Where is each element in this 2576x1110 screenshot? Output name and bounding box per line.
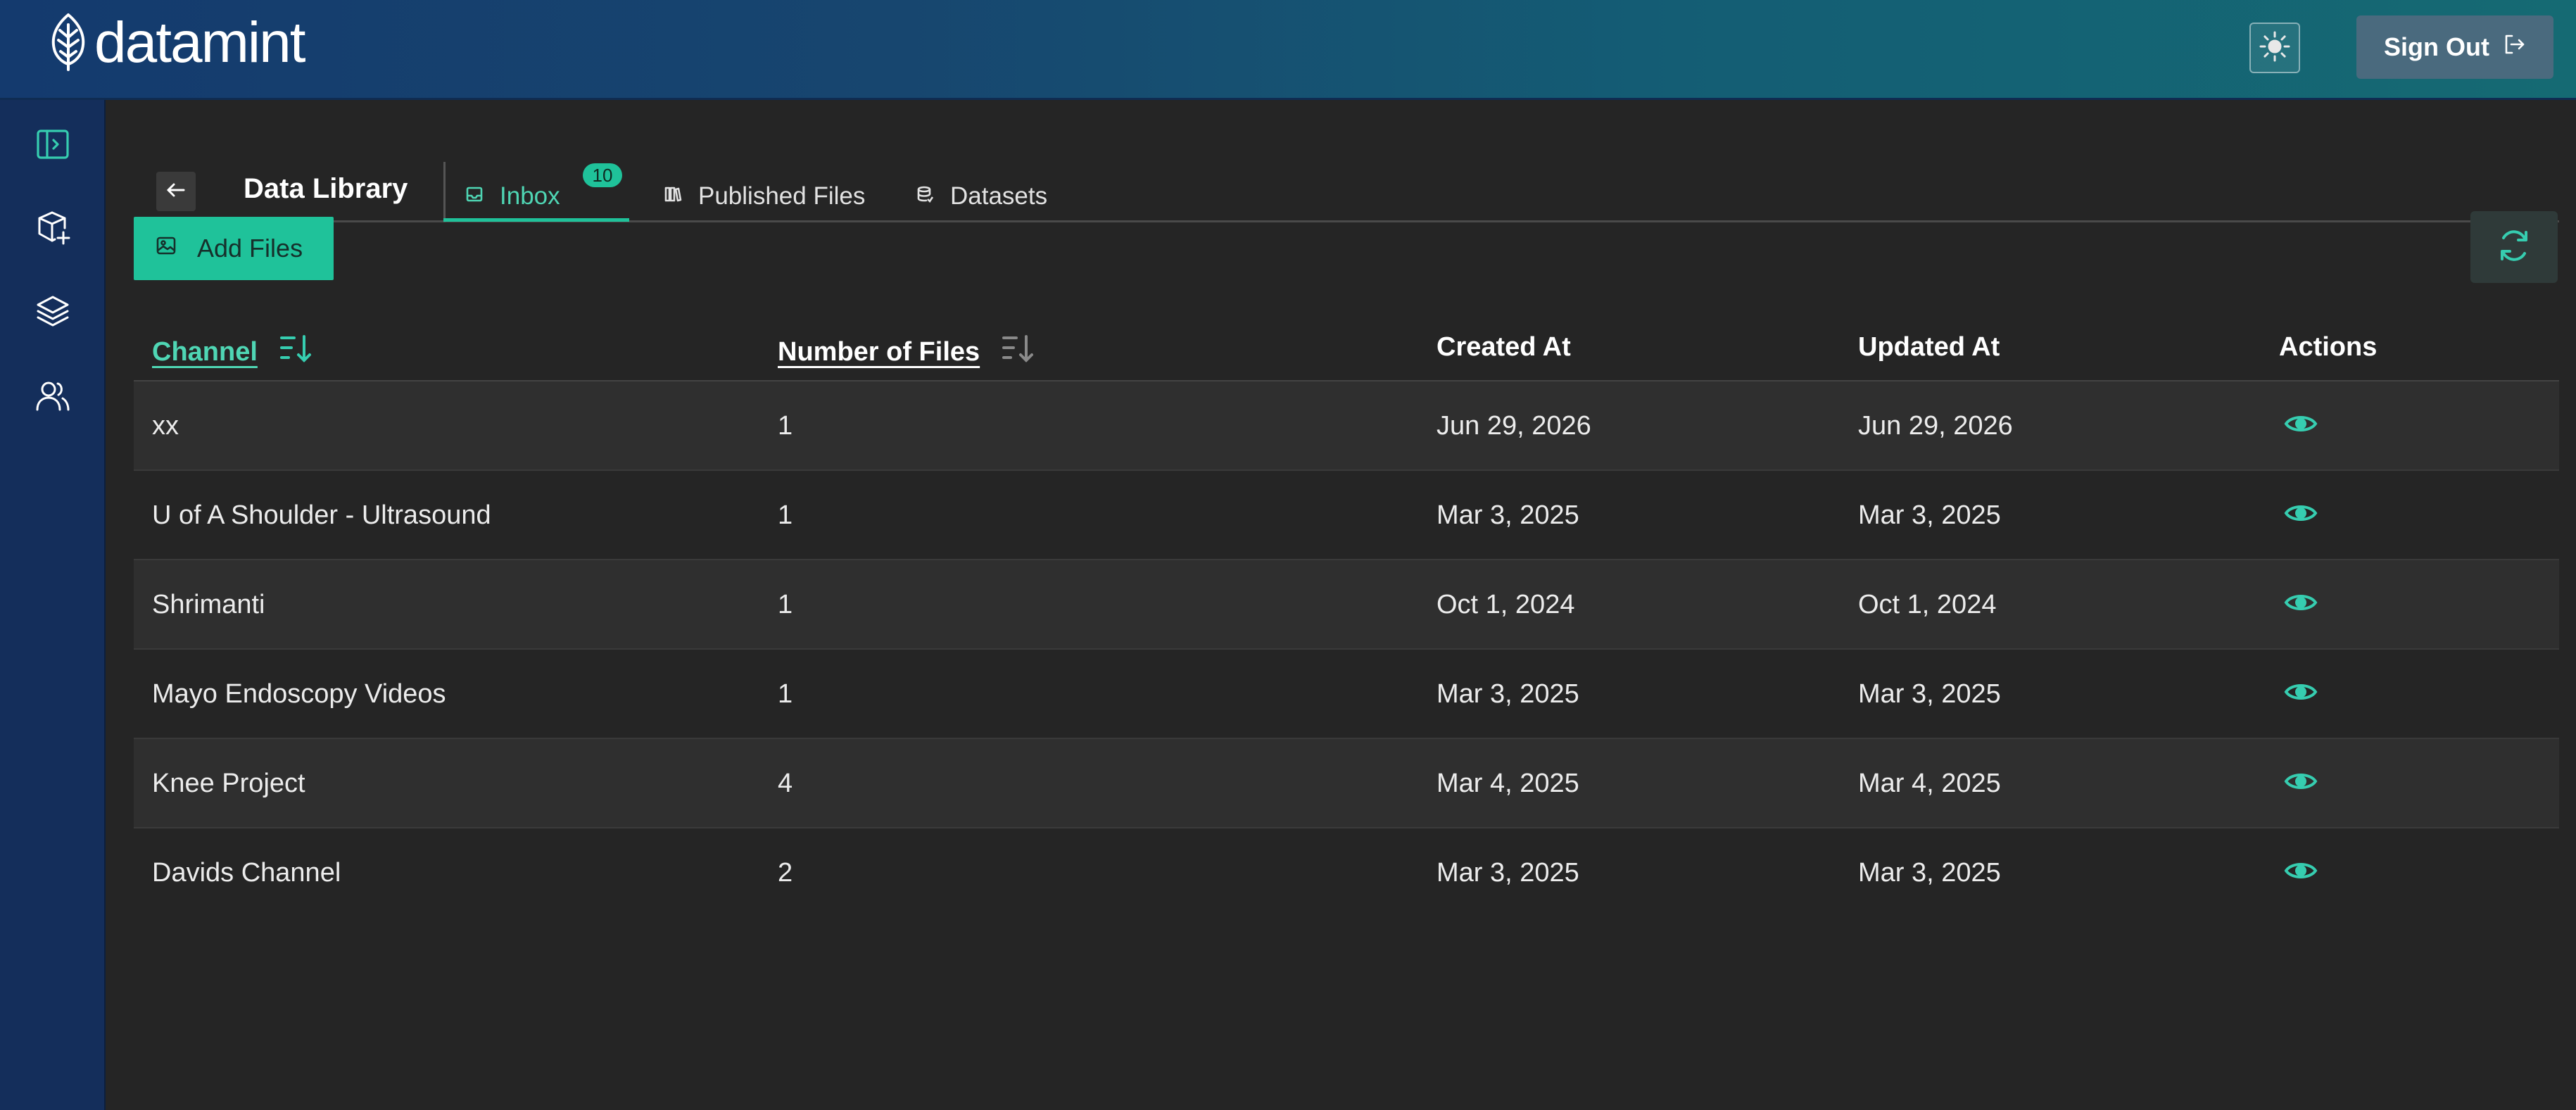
inbox-count-badge: 10 <box>583 163 622 187</box>
updated-at-cell: Mar 3, 2025 <box>1858 858 2001 888</box>
table-row[interactable]: Mayo Endoscopy Videos 1 Mar 3, 2025 Mar … <box>134 650 2559 739</box>
table-row[interactable]: xx 1 Jun 29, 2026 Jun 29, 2026 <box>134 381 2559 471</box>
eye-icon[interactable] <box>2283 767 2318 795</box>
arrow-left-icon <box>164 178 188 206</box>
eye-icon[interactable] <box>2283 499 2318 527</box>
sign-out-label: Sign Out <box>2384 32 2489 61</box>
theme-toggle-button[interactable] <box>2249 23 2300 73</box>
sidebar <box>0 100 106 1110</box>
updated-at-cell: Mar 4, 2025 <box>1858 769 2001 798</box>
table-row[interactable]: U of A Shoulder - Ultrasound 1 Mar 3, 20… <box>134 471 2559 560</box>
add-files-label: Add Files <box>197 234 303 263</box>
column-header-label: Number of Files <box>778 336 980 367</box>
channel-cell[interactable]: U of A Shoulder - Ultrasound <box>152 500 491 531</box>
created-at-cell: Mar 4, 2025 <box>1437 769 1579 798</box>
updated-at-cell: Jun 29, 2026 <box>1858 411 2013 441</box>
database-icon <box>915 182 935 210</box>
add-files-button[interactable]: Add Files <box>134 217 334 280</box>
sign-out-button[interactable]: Sign Out <box>2356 15 2553 79</box>
files-count-cell: 1 <box>778 679 793 709</box>
created-at-cell: Jun 29, 2026 <box>1437 411 1591 441</box>
updated-at-cell: Mar 3, 2025 <box>1858 500 2001 530</box>
layers-icon[interactable] <box>31 290 75 334</box>
column-header-label: Updated At <box>1858 332 2000 362</box>
files-count-cell: 2 <box>778 858 793 888</box>
tab-inbox[interactable]: Inbox <box>465 170 560 222</box>
eye-icon[interactable] <box>2283 410 2318 438</box>
tab-bar: Data Library Inbox 10 Published Files Da… <box>134 128 2559 222</box>
sort-desc-icon[interactable] <box>999 332 1037 372</box>
divider <box>443 162 446 222</box>
back-button[interactable] <box>156 172 196 211</box>
image-icon <box>155 234 177 263</box>
files-count-cell: 1 <box>778 590 793 619</box>
refresh-icon <box>2494 226 2534 269</box>
tab-published-files-label: Published Files <box>698 182 866 210</box>
page-title: Data Library <box>244 173 408 204</box>
main-content: Data Library Inbox 10 Published Files Da… <box>106 100 2576 1110</box>
tab-datasets[interactable]: Datasets <box>915 170 1047 222</box>
created-at-cell: Mar 3, 2025 <box>1437 679 1579 709</box>
created-at-cell: Mar 3, 2025 <box>1437 858 1579 888</box>
table-row[interactable]: Knee Project 4 Mar 4, 2025 Mar 4, 2025 <box>134 739 2559 828</box>
created-at-cell: Mar 3, 2025 <box>1437 500 1579 530</box>
active-tab-indicator <box>443 218 629 222</box>
tab-datasets-label: Datasets <box>950 182 1048 210</box>
refresh-button[interactable] <box>2470 211 2558 283</box>
created-at-cell: Oct 1, 2024 <box>1437 590 1575 619</box>
users-icon[interactable] <box>31 374 75 418</box>
column-header-label: Channel <box>152 336 258 367</box>
logo[interactable]: datamint <box>46 11 306 75</box>
logo-text: datamint <box>94 11 306 75</box>
sidebar-toggle-icon[interactable] <box>31 122 75 166</box>
channel-cell[interactable]: Davids Channel <box>152 858 341 888</box>
column-header-number-of-files[interactable]: Number of Files <box>778 332 1037 372</box>
add-box-icon[interactable] <box>31 206 75 249</box>
books-icon <box>663 182 683 210</box>
table-row[interactable]: Shrimanti 1 Oct 1, 2024 Oct 1, 2024 <box>134 560 2559 650</box>
sign-out-icon <box>2502 32 2526 63</box>
sort-desc-icon[interactable] <box>277 332 315 372</box>
eye-icon[interactable] <box>2283 588 2318 617</box>
tab-inbox-label: Inbox <box>500 182 560 210</box>
files-count-cell: 4 <box>778 769 793 798</box>
sun-icon <box>2259 30 2291 66</box>
files-count-cell: 1 <box>778 500 793 530</box>
channel-cell[interactable]: Shrimanti <box>152 590 265 620</box>
leaf-icon <box>46 12 90 75</box>
table-row[interactable]: Davids Channel 2 Mar 3, 2025 Mar 3, 2025 <box>134 828 2559 918</box>
column-header-actions: Actions <box>2279 332 2377 362</box>
updated-at-cell: Oct 1, 2024 <box>1858 590 1997 619</box>
channel-cell[interactable]: Knee Project <box>152 769 305 799</box>
channels-table: Channel Number of Files Created At Updat… <box>134 311 2559 918</box>
eye-icon[interactable] <box>2283 857 2318 885</box>
table-header: Channel Number of Files Created At Updat… <box>134 311 2559 381</box>
updated-at-cell: Mar 3, 2025 <box>1858 679 2001 709</box>
column-header-created-at: Created At <box>1437 332 1571 362</box>
column-header-channel[interactable]: Channel <box>152 332 315 372</box>
channel-cell[interactable]: Mayo Endoscopy Videos <box>152 679 446 709</box>
channel-cell[interactable]: xx <box>152 411 179 441</box>
files-count-cell: 1 <box>778 411 793 441</box>
column-header-updated-at: Updated At <box>1858 332 2000 362</box>
eye-icon[interactable] <box>2283 678 2318 706</box>
tab-published-files[interactable]: Published Files <box>663 170 865 222</box>
column-header-label: Actions <box>2279 332 2378 362</box>
column-header-label: Created At <box>1437 332 1571 362</box>
inbox-icon <box>465 182 484 210</box>
top-bar: datamint Sign Out <box>0 0 2576 100</box>
